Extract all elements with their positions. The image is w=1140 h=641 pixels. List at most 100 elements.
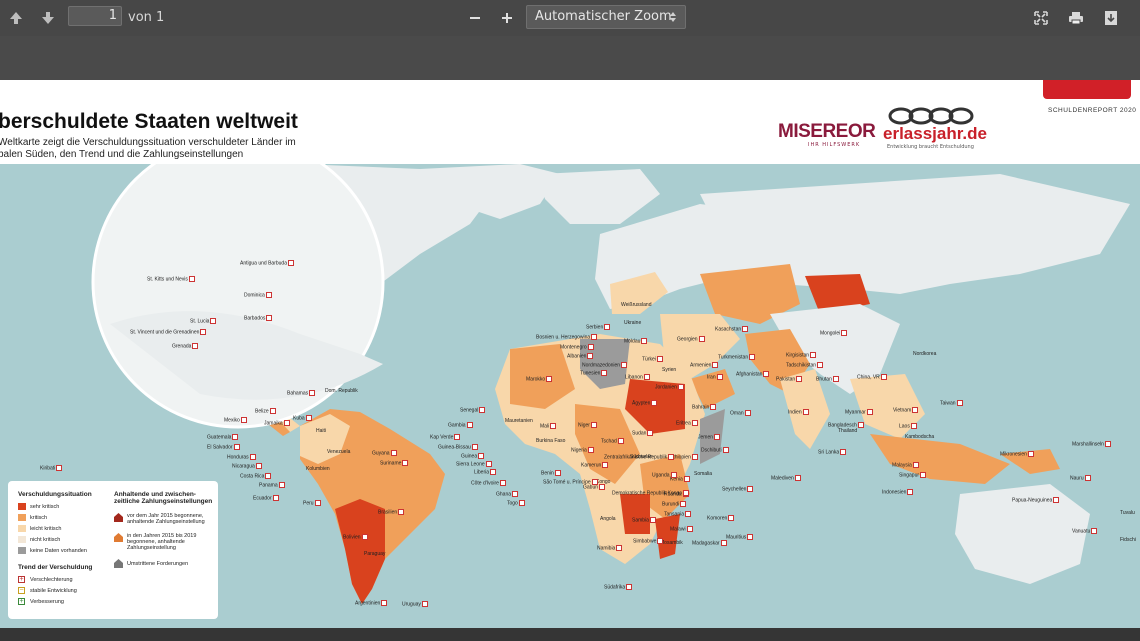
country-label-sri-lanka: Sri Lanka [818,449,847,455]
country-label-cote-divoire: Côte d'Ivoire [471,480,506,486]
country-label-bahrain: Bahrain [692,404,717,410]
country-label-mali: Mali [540,423,557,429]
legend-label-verschlechterung: Verschlechterung [30,577,73,583]
country-label-jordanien: Jordanien [655,384,684,390]
country-label-pakistan: Pakistan [776,376,803,382]
country-label-kap-verde: Kap Verde [430,434,461,440]
country-label-nordmazedonien: Nordmazedonien [582,362,628,368]
country-label-angola: Angola [600,516,616,522]
country-label-argentinien: Argentinien [355,600,388,606]
country-label-burkina-faso: Burkina Faso [536,438,566,444]
legend-heading-payments-2: zeitliche Zahlungseinstellungen [114,498,213,505]
country-label-thailand: Thailand [838,428,858,434]
inset-label-st-kitts: St. Kitts und Nevis [147,276,195,282]
subtitle-line-2: balen Süden, den Trend und die Zahlungse… [0,149,244,160]
country-label-oman: Oman [730,410,751,416]
country-label-tuvalu: Tuvalu [1120,510,1135,516]
country-label-komoren: Komoren [707,515,735,521]
legend-heading-situation: Verschuldungssituation [18,491,92,498]
map-legend: Verschuldungssituation sehr kritisch kri… [8,481,218,619]
legend-house-light-icon [114,533,123,542]
country-label-tansania: Tansania [664,511,692,517]
fullscreen-icon [1034,11,1048,25]
legend-label-stabil: stabile Entwicklung [30,588,77,594]
page-count-label: von 1 [128,9,165,25]
country-label-madagaskar: Madagaskar [692,540,727,546]
misereor-logo: MISEREOR [778,121,876,142]
country-label-kirgisistan: Kirgisistan [786,352,817,358]
country-label-jemen: Jemen [698,434,721,440]
country-label-moldau: Moldau [624,338,648,344]
country-label-honduras: Honduras [227,454,256,460]
country-label-namibia: Namibia [597,545,623,551]
download-button[interactable] [1100,7,1122,29]
presentation-mode-button[interactable] [1030,7,1052,29]
country-label-somalia: Somalia [694,471,713,477]
country-label-singapur: Singapur [899,472,927,478]
inset-label-dominica: Dominica [244,292,272,298]
select-arrows-icon [670,12,676,22]
zoom-in-button[interactable] [496,7,518,29]
next-page-button[interactable] [38,8,58,28]
pdf-toolbar: 1 von 1 Automatischer Zoom [0,0,1140,36]
inset-label-st-lucia: St. Lucia [190,318,217,324]
minus-icon [470,17,480,19]
country-label-ukraine: Ukraine [624,320,642,326]
subtitle-line-1: Weltkarte zeigt die Verschuldungssituati… [0,137,296,148]
country-label-suedsudan: Südsudan [630,454,653,460]
legend-swatch-leicht-kritisch [18,525,26,532]
country-label-albanien: Albanien [567,353,594,359]
print-button[interactable] [1065,7,1087,29]
inset-label-antigua: Antigua und Barbuda [240,260,294,266]
country-label-malawi: Malawi [670,526,693,532]
legend-worsening-icon: + [18,576,25,583]
legend-swatch-sehr-kritisch [18,503,26,510]
country-label-bahamas: Bahamas [287,390,316,396]
country-label-montenegro: Montenegro [560,344,594,350]
erlassjahr-chain-logo-icon [888,107,974,125]
page-number-input[interactable]: 1 [68,6,122,26]
country-label-malediven: Malediven [771,475,801,481]
country-label-sao-tome: São Tomé u. Príncipe [543,479,598,485]
inset-label-barbados: Barbados [244,315,273,321]
country-label-papua-neuguinea: Papua-Neuguinea [1012,497,1060,503]
country-label-ghana: Ghana [496,491,519,497]
country-label-uganda: Uganda [652,472,677,478]
zoom-out-button[interactable] [464,7,486,29]
country-label-togo: Togo [507,500,525,506]
country-label-indonesien: Indonesien [882,489,914,495]
country-label-tunesien: Tunesien [580,370,608,376]
country-label-tadschikistan: Tadschikistan [786,362,824,368]
country-label-peru: Peru [303,500,321,506]
legend-stable-icon: − [18,587,25,594]
country-label-indien: Indien [788,409,809,415]
country-label-bosnien: Bosnien u. Herzegowina [536,334,598,340]
country-label-guinea-bissau: Guinea-Bissau [438,444,478,450]
country-label-eritrea: Eritrea [676,420,698,426]
country-label-georgien: Georgien [677,336,705,342]
country-label-nordkorea: Nordkorea [913,351,937,357]
pdf-page: SCHULDENREPORT 2020 berschuldete Staaten… [0,80,1140,630]
previous-page-button[interactable] [6,8,26,28]
legend-swatch-kritisch [18,514,26,521]
country-label-brasilien: Brasilien [378,509,405,515]
country-label-kongo: Kongo [596,479,611,485]
country-label-bhutan: Bhutan [816,376,839,382]
country-label-tuerkei: Türkei [642,356,663,362]
viewer-bottom-edge [0,628,1140,641]
country-label-marshallinseln: Marshallinseln [1072,441,1111,447]
country-label-suedafrika: Südafrika [604,584,633,590]
zoom-select[interactable]: Automatischer Zoom [526,5,686,29]
country-label-haiti: Haiti [316,428,327,434]
country-label-libanon: Libanon [625,374,650,380]
country-label-burundi: Burundi [662,501,687,507]
erlassjahr-logo: erlassjahr.de [883,124,987,143]
country-label-guinea: Guinea [461,453,485,459]
country-label-seychellen: Seychellen [722,486,754,492]
country-label-fidschi: Fidschi [1120,537,1136,543]
country-label-dom-republik: Dom. Republik [325,388,358,394]
country-label-uruguay: Uruguay [402,601,428,607]
country-label-guyana: Guyana [372,450,397,456]
country-label-mauritius: Mauritius [726,534,754,540]
document-viewer[interactable]: SCHULDENREPORT 2020 berschuldete Staaten… [0,36,1140,630]
